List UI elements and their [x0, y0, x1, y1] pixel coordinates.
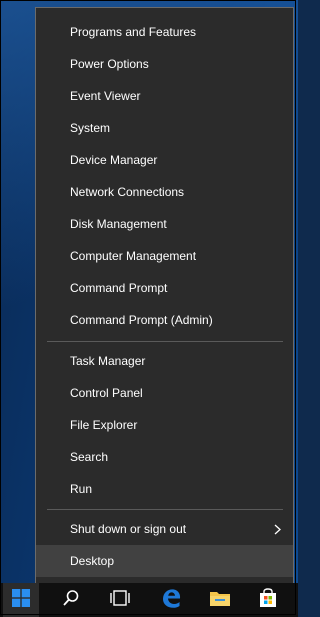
- chevron-right-icon: [271, 513, 283, 545]
- menu-item-control-panel[interactable]: Control Panel: [36, 377, 293, 409]
- menu-separator: [47, 341, 283, 342]
- menu-separator: [47, 509, 283, 510]
- power-user-menu: Programs and Features Power Options Even…: [35, 7, 294, 584]
- task-view-icon: [109, 589, 131, 611]
- menu-item-desktop[interactable]: Desktop: [36, 545, 293, 577]
- menu-item-task-manager[interactable]: Task Manager: [36, 345, 293, 377]
- file-explorer-button[interactable]: [202, 583, 238, 617]
- edge-icon: [160, 587, 182, 614]
- edge-button[interactable]: [153, 583, 189, 617]
- task-view-button[interactable]: [102, 583, 138, 617]
- search-icon: [62, 589, 80, 612]
- menu-item-search[interactable]: Search: [36, 441, 293, 473]
- store-icon: [258, 587, 278, 613]
- menu-item-command-prompt-admin[interactable]: Command Prompt (Admin): [36, 304, 293, 336]
- menu-item-computer-management[interactable]: Computer Management: [36, 240, 293, 272]
- start-button[interactable]: [3, 583, 39, 617]
- windows-start-icon: [12, 588, 30, 612]
- taskbar: [0, 583, 298, 617]
- menu-item-disk-management[interactable]: Disk Management: [36, 208, 293, 240]
- menu-item-command-prompt[interactable]: Command Prompt: [36, 272, 293, 304]
- menu-item-programs-and-features[interactable]: Programs and Features: [36, 16, 293, 48]
- menu-item-network-connections[interactable]: Network Connections: [36, 176, 293, 208]
- file-explorer-icon: [209, 589, 231, 612]
- menu-item-device-manager[interactable]: Device Manager: [36, 144, 293, 176]
- menu-item-file-explorer[interactable]: File Explorer: [36, 409, 293, 441]
- menu-item-system[interactable]: System: [36, 112, 293, 144]
- shutdown-label: Shut down or sign out: [70, 522, 187, 536]
- menu-item-power-options[interactable]: Power Options: [36, 48, 293, 80]
- menu-item-event-viewer[interactable]: Event Viewer: [36, 80, 293, 112]
- taskbar-search-button[interactable]: [53, 583, 89, 617]
- menu-item-run[interactable]: Run: [36, 473, 293, 505]
- menu-item-shut-down-or-sign-out[interactable]: Shut down or sign out: [36, 513, 293, 545]
- store-button[interactable]: [250, 583, 286, 617]
